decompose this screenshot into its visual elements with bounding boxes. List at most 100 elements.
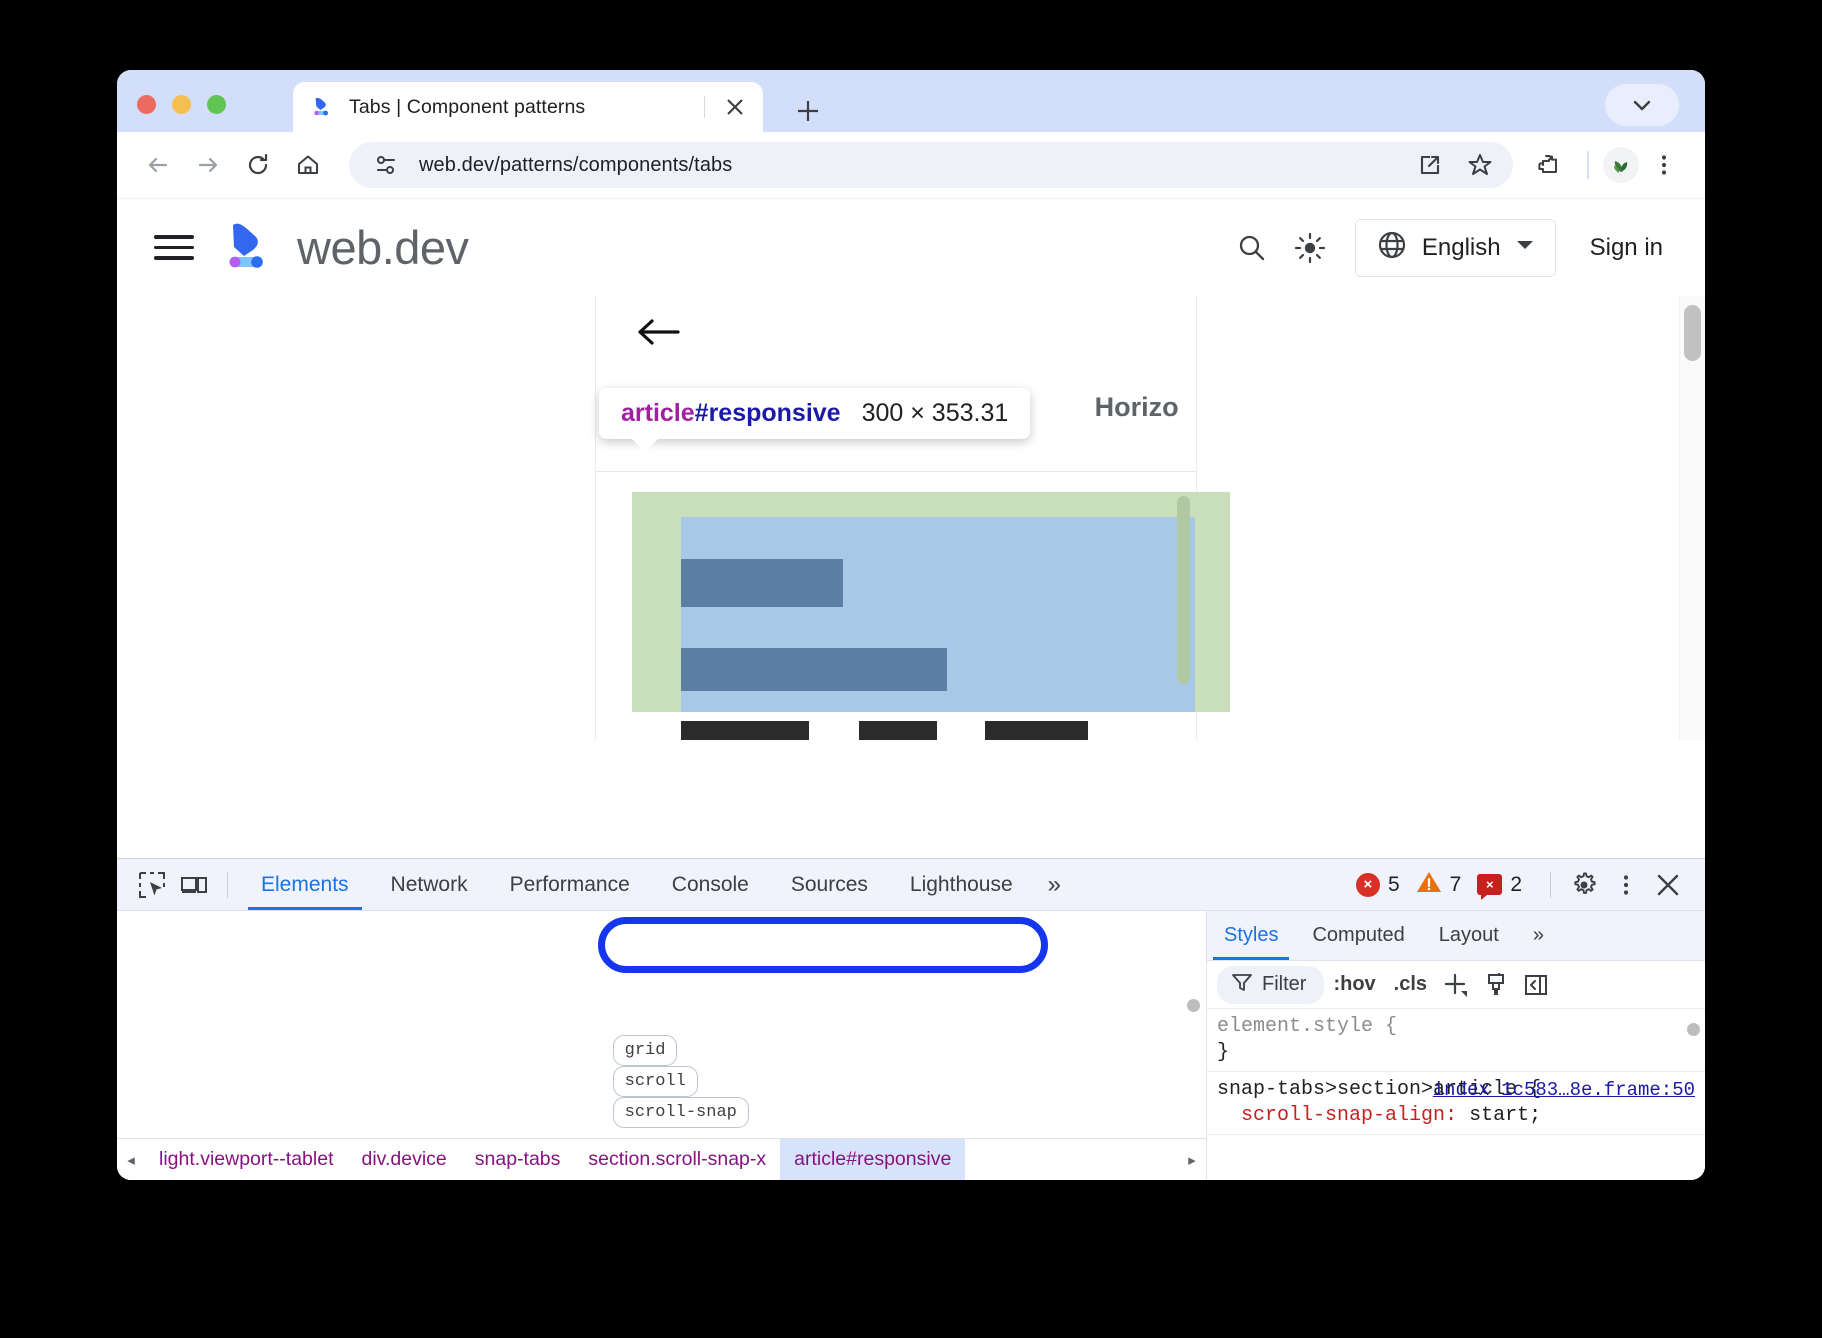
- window-traffic-lights: [137, 95, 226, 114]
- styles-more-tabs-icon[interactable]: »: [1516, 911, 1561, 960]
- star-icon[interactable]: [1463, 148, 1497, 182]
- page-settings-icon[interactable]: [369, 148, 403, 182]
- webdev-logo[interactable]: web.dev: [223, 220, 469, 275]
- sign-in-button[interactable]: Sign in: [1590, 234, 1663, 262]
- browser-tab[interactable]: Tabs | Component patterns: [293, 82, 763, 132]
- tab-computed[interactable]: Computed: [1295, 911, 1421, 960]
- dom-row-badges-top: grid scroll scroll-snap: [117, 1006, 1206, 1035]
- breadcrumb-item-div-device[interactable]: div.device: [348, 1139, 461, 1180]
- breadcrumb-scroll-right[interactable]: ▸: [1178, 1139, 1206, 1180]
- warning-icon: [1416, 870, 1442, 899]
- declaration-value[interactable]: start;: [1469, 1104, 1541, 1127]
- three-dot-menu-icon[interactable]: [1641, 142, 1687, 188]
- browser-tab-title: Tabs | Component patterns: [349, 96, 692, 119]
- rule-close-brace: }: [1217, 1040, 1695, 1066]
- breadcrumb-item-section-scroll-snap-x[interactable]: section.scroll-snap-x: [574, 1139, 780, 1180]
- site-header-actions: English Sign in: [1223, 219, 1669, 277]
- breadcrumb-item-article-responsive[interactable]: article#responsive: [780, 1139, 965, 1180]
- avatar[interactable]: [1603, 147, 1639, 183]
- breadcrumb-item-snap-tabs[interactable]: snap-tabs: [461, 1139, 575, 1180]
- filter-placeholder: Filter: [1262, 973, 1306, 996]
- skeleton-heading-1: [681, 559, 843, 607]
- rule-snap-tabs-article[interactable]: index_1c583…8e.frame:50 snap-tabs>sectio…: [1207, 1072, 1705, 1135]
- toolbar-divider: [1587, 151, 1589, 179]
- language-selector[interactable]: English: [1355, 219, 1556, 277]
- back-button[interactable]: [135, 142, 181, 188]
- demo-area: Responsive Accessible Horizo: [117, 296, 1705, 740]
- devtools-tab-list: Elements Network Performance Console Sou…: [240, 859, 1075, 910]
- globe-icon: [1376, 229, 1408, 266]
- demo-footer-bar-3: [985, 721, 1088, 740]
- declaration-name[interactable]: scroll-snap-align: [1241, 1104, 1445, 1127]
- tab-search-chevron-down-icon[interactable]: [1605, 84, 1679, 126]
- tabs-demo-frame: Responsive Accessible Horizo: [596, 296, 1196, 740]
- dom-tree[interactable]: grid scroll scroll-snap ▼<section class=…: [117, 911, 1206, 1138]
- tab-lighthouse[interactable]: Lighthouse: [889, 859, 1034, 910]
- home-button[interactable]: [285, 142, 331, 188]
- demo-tab-horizontal[interactable]: Horizo: [1095, 392, 1179, 423]
- webdev-logo-icon: [223, 221, 279, 275]
- brightness-sun-icon[interactable]: [1281, 219, 1339, 277]
- search-input[interactable]: Filter: [1217, 966, 1324, 1004]
- tab-console[interactable]: Console: [651, 859, 770, 910]
- demo-footer-bar-2: [859, 721, 937, 740]
- rule-selector: element.style {: [1217, 1014, 1695, 1040]
- new-tab-button[interactable]: [789, 92, 827, 130]
- close-window-button[interactable]: [137, 95, 156, 114]
- tab-elements[interactable]: Elements: [240, 859, 370, 910]
- cls-toggle[interactable]: .cls: [1385, 973, 1436, 996]
- search-icon[interactable]: [1223, 219, 1281, 277]
- badge-scroll[interactable]: scroll: [613, 1066, 698, 1097]
- tab-network[interactable]: Network: [370, 859, 489, 910]
- close-icon[interactable]: [1647, 864, 1689, 906]
- rule-element-style[interactable]: element.style { }: [1207, 1009, 1705, 1072]
- page-scrollbar[interactable]: [1679, 296, 1705, 740]
- issue-counter[interactable]: × 2: [1477, 873, 1522, 897]
- browser-toolbar-actions: [1527, 142, 1687, 188]
- device-toolbar-icon[interactable]: [173, 864, 215, 906]
- breadcrumb-item-viewport-tablet[interactable]: light.viewport--tablet: [145, 1139, 348, 1180]
- tab-sources[interactable]: Sources: [770, 859, 889, 910]
- puzzle-piece-icon[interactable]: [1527, 142, 1573, 188]
- style-source-link[interactable]: index_1c583…8e.frame:50: [1433, 1077, 1695, 1103]
- three-dot-menu-icon[interactable]: [1605, 864, 1647, 906]
- toggle-sidebar-icon[interactable]: [1516, 965, 1556, 1005]
- inspect-element-icon[interactable]: [131, 864, 173, 906]
- hov-toggle[interactable]: :hov: [1324, 973, 1384, 996]
- breadcrumb: ◂ light.viewport--tablet div.device snap…: [117, 1138, 1206, 1180]
- open-in-new-icon[interactable]: [1413, 148, 1447, 182]
- declaration-row[interactable]: scroll-snap-align: start;: [1217, 1103, 1695, 1129]
- toolbar-divider: [1550, 872, 1551, 898]
- webdev-site-header: web.dev: [117, 199, 1705, 296]
- maximize-window-button[interactable]: [207, 95, 226, 114]
- dom-row-section[interactable]: ▼<section class="scroll-snap-x">: [117, 1122, 1206, 1138]
- forward-button[interactable]: [185, 142, 231, 188]
- demo-article-scrollbar[interactable]: [1177, 496, 1190, 684]
- warning-counter[interactable]: 7: [1416, 870, 1462, 899]
- skeleton-heading-2: [681, 648, 947, 691]
- page-scrollbar-thumb[interactable]: [1684, 305, 1701, 361]
- error-counter[interactable]: × 5: [1356, 873, 1400, 897]
- inspect-tooltip-tag: article: [621, 399, 695, 427]
- error-icon: ×: [1356, 873, 1380, 897]
- address-bar-url: web.dev/patterns/components/tabs: [419, 154, 1397, 177]
- minimize-window-button[interactable]: [172, 95, 191, 114]
- hamburger-icon[interactable]: [147, 221, 201, 275]
- demo-back-arrow-icon[interactable]: [632, 306, 684, 358]
- close-tab-button[interactable]: [717, 89, 753, 125]
- paintbrush-icon[interactable]: [1476, 965, 1516, 1005]
- plus-icon[interactable]: [1436, 965, 1476, 1005]
- tab-layout[interactable]: Layout: [1422, 911, 1516, 960]
- styles-rules[interactable]: element.style { } index_1c583…8e.frame:5…: [1207, 1009, 1705, 1180]
- more-tabs-icon[interactable]: »: [1034, 859, 1075, 910]
- gear-icon[interactable]: [1563, 864, 1605, 906]
- styles-tab-list: Styles Computed Layout »: [1207, 911, 1705, 961]
- badge-grid[interactable]: grid: [613, 1035, 678, 1066]
- annotation-ellipse: [598, 917, 1048, 973]
- error-count: 5: [1388, 873, 1400, 897]
- reload-button[interactable]: [235, 142, 281, 188]
- tab-styles[interactable]: Styles: [1207, 911, 1295, 960]
- breadcrumb-scroll-left[interactable]: ◂: [117, 1139, 145, 1180]
- address-bar[interactable]: web.dev/patterns/components/tabs: [349, 142, 1513, 188]
- tab-performance[interactable]: Performance: [489, 859, 651, 910]
